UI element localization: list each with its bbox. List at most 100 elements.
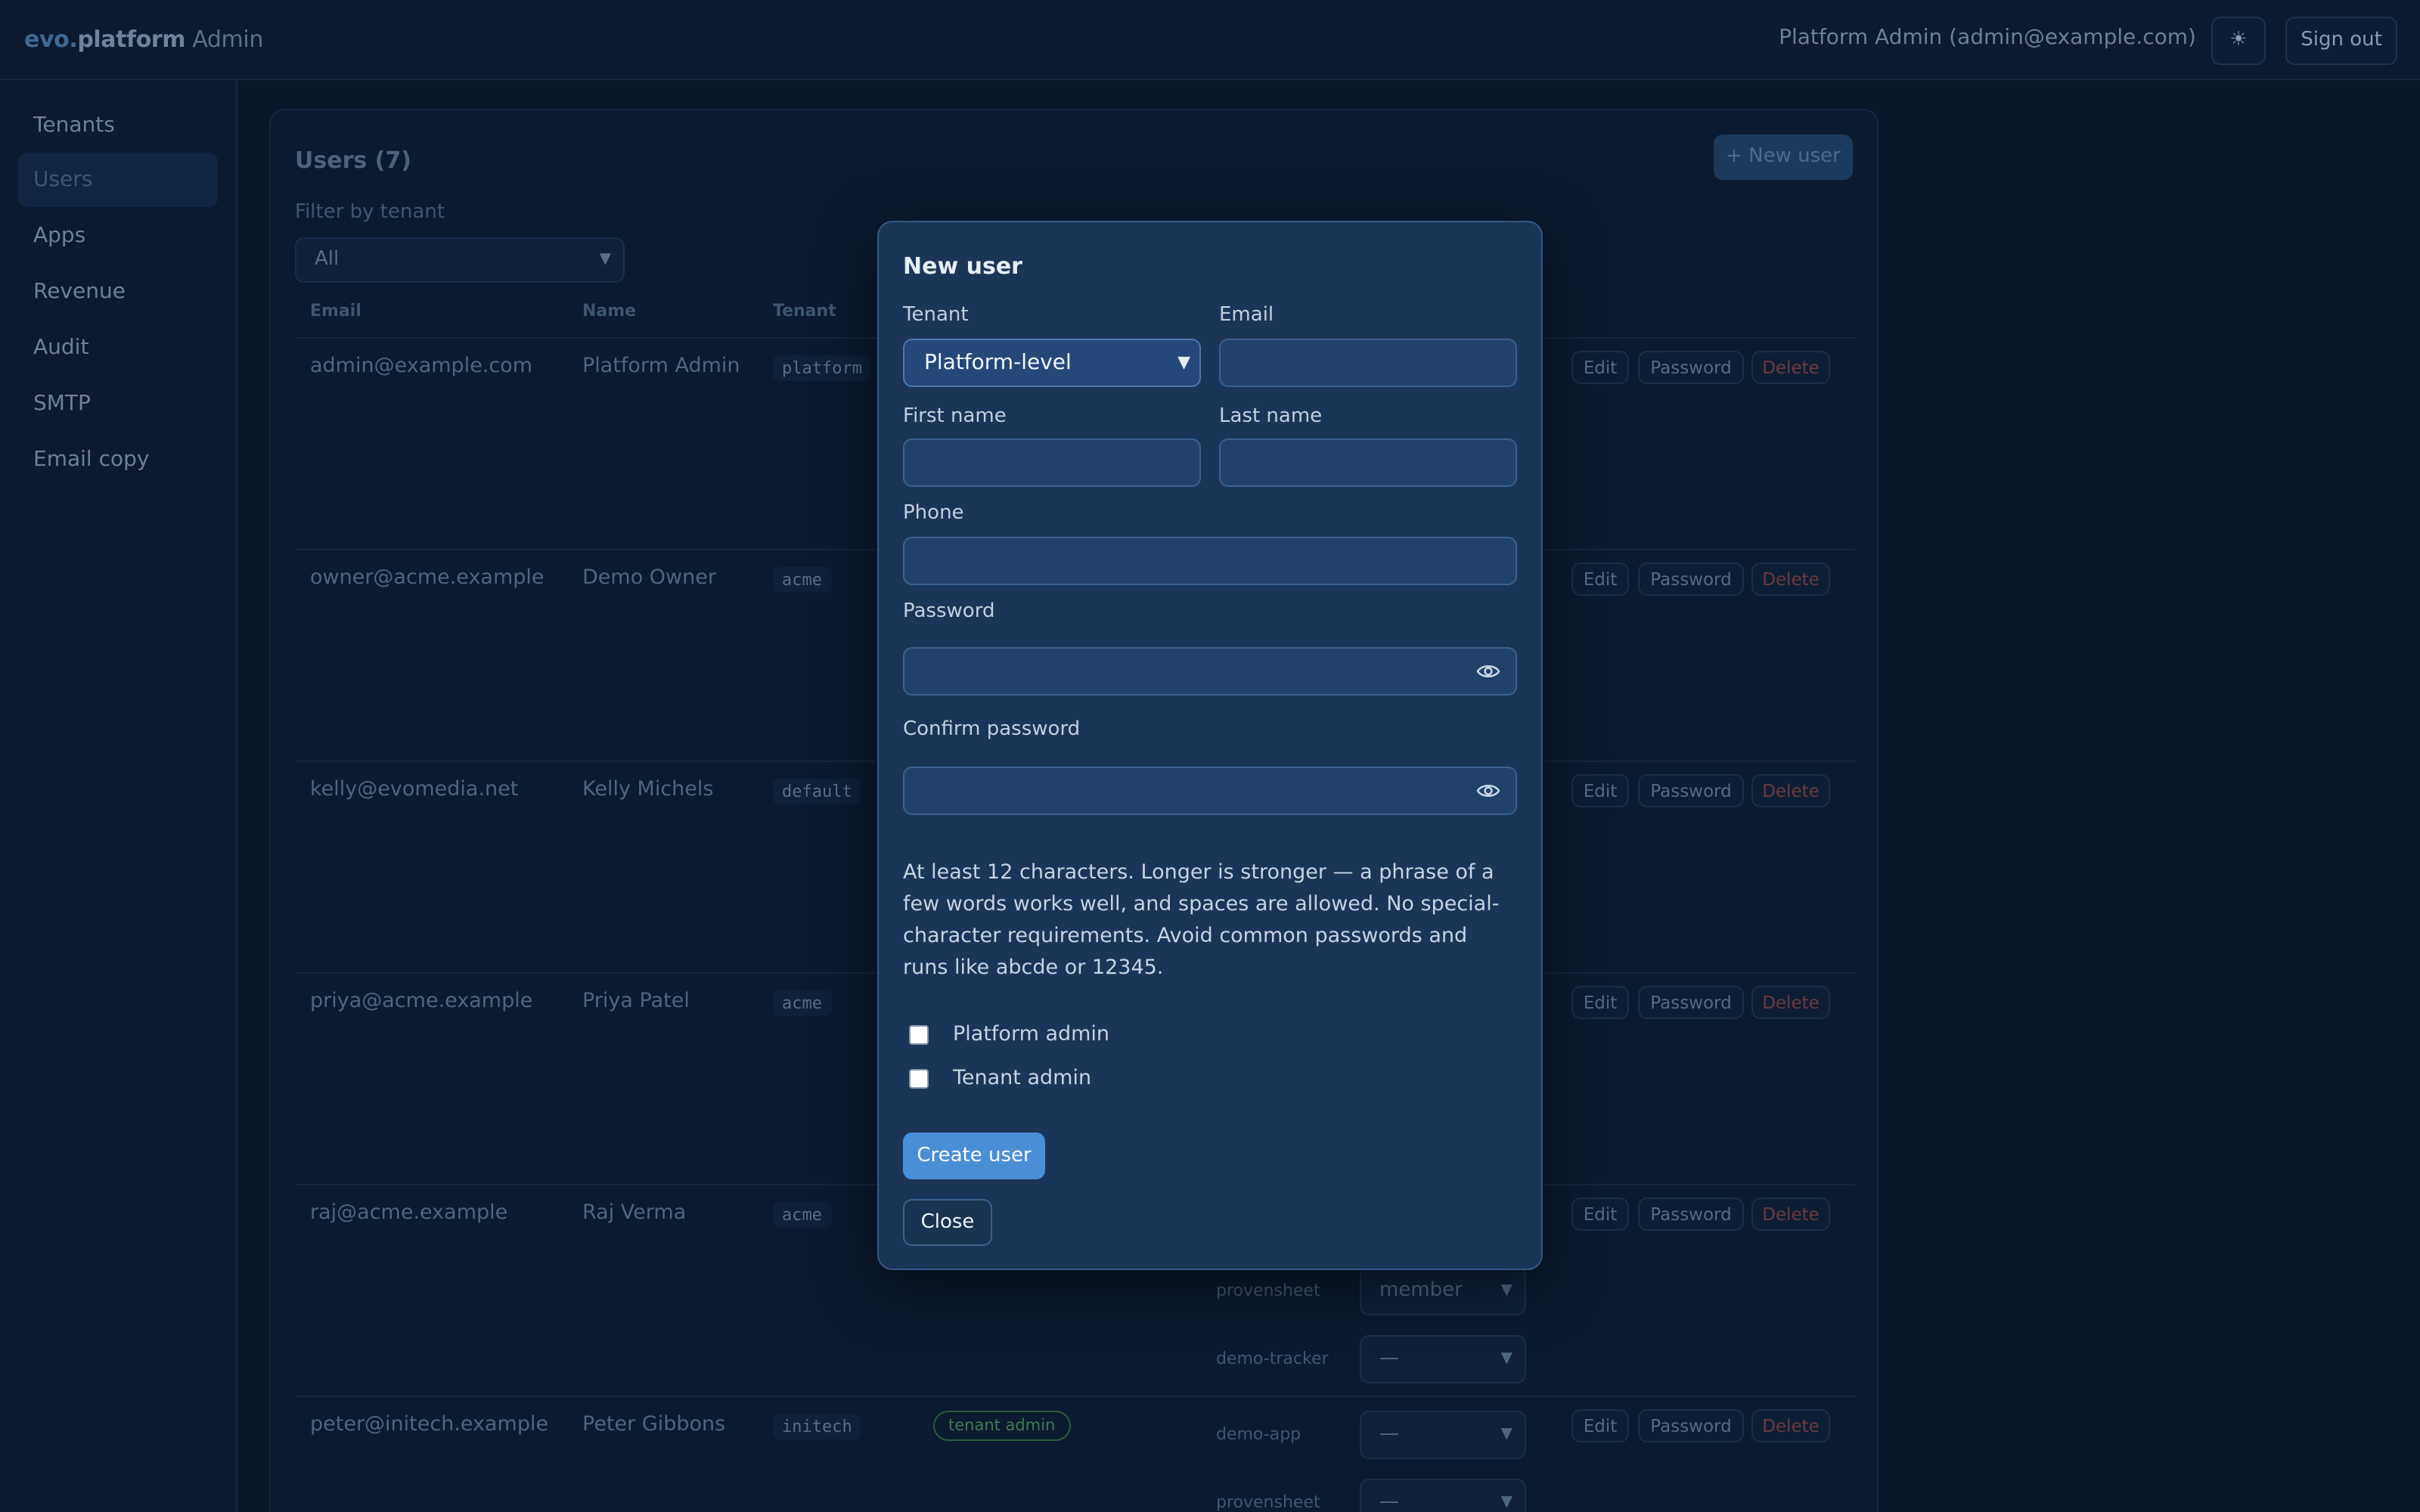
email-field[interactable] — [1219, 339, 1517, 387]
create-user-button[interactable]: Create user — [903, 1132, 1045, 1179]
tenant-label: Tenant — [903, 304, 969, 327]
tenant-code: acme — [773, 1202, 831, 1228]
role-value: — — [1379, 1347, 1399, 1370]
app-role-select[interactable]: — ▼ — [1360, 1411, 1526, 1459]
last-name-label: Last name — [1219, 405, 1323, 428]
sidebar-item-revenue[interactable]: Revenue — [18, 265, 218, 319]
tenant-code: default — [773, 779, 861, 804]
password-button[interactable]: Password — [1638, 986, 1744, 1019]
delete-button[interactable]: Delete — [1751, 986, 1830, 1019]
app-name: provensheet — [1216, 1492, 1320, 1512]
phone-field[interactable] — [903, 537, 1517, 585]
password-label: Password — [903, 600, 995, 623]
brand-prefix: evo. — [24, 26, 78, 53]
user-email: priya@acme.example — [310, 989, 533, 1013]
dialog-title: New user — [903, 253, 1022, 280]
app-name: demo-tracker — [1216, 1349, 1329, 1368]
role-value: — — [1379, 1491, 1399, 1512]
delete-button[interactable]: Delete — [1751, 1409, 1830, 1442]
edit-button[interactable]: Edit — [1571, 1198, 1629, 1231]
user-email: owner@acme.example — [310, 565, 544, 590]
current-user-label: Platform Admin (admin@example.com) — [1779, 26, 2196, 50]
sun-icon: ☀ — [2229, 29, 2248, 51]
platform-admin-checkbox[interactable] — [909, 1025, 929, 1045]
user-name: Priya Patel — [582, 989, 690, 1013]
column-header-name[interactable]: Name — [582, 301, 636, 321]
user-name: Platform Admin — [582, 354, 740, 378]
email-label: Email — [1219, 304, 1274, 327]
sidebar-item-users[interactable]: Users — [18, 153, 218, 207]
chevron-down-icon: ▼ — [1177, 352, 1190, 372]
eye-icon[interactable] — [1476, 780, 1500, 801]
sidebar-item-tenants[interactable]: Tenants — [18, 98, 218, 153]
password-button[interactable]: Password — [1638, 774, 1744, 807]
admin-app: evo.platform Admin Platform Admin (admin… — [0, 0, 2420, 1512]
sidebar-item-apps[interactable]: Apps — [18, 209, 218, 263]
password-field[interactable] — [903, 647, 1517, 696]
delete-button[interactable]: Delete — [1751, 1198, 1830, 1231]
user-name: Demo Owner — [582, 565, 716, 590]
new-user-button[interactable]: + New user — [1714, 135, 1853, 180]
filter-label: Filter by tenant — [295, 201, 445, 224]
sidebar-item-audit[interactable]: Audit — [18, 321, 218, 375]
user-email: peter@initech.example — [310, 1412, 549, 1436]
delete-button[interactable]: Delete — [1751, 351, 1830, 384]
edit-button[interactable]: Edit — [1571, 986, 1629, 1019]
column-header-tenant[interactable]: Tenant — [773, 301, 836, 321]
edit-button[interactable]: Edit — [1571, 562, 1629, 596]
delete-button[interactable]: Delete — [1751, 562, 1830, 596]
tenant-select-value: Platform-level — [924, 351, 1072, 375]
app-role-select[interactable]: — ▼ — [1360, 1335, 1526, 1383]
user-email: raj@acme.example — [310, 1201, 508, 1225]
user-name: Kelly Michels — [582, 777, 714, 801]
tenant-code: acme — [773, 990, 831, 1016]
user-name: Raj Verma — [582, 1201, 687, 1225]
last-name-field[interactable] — [1219, 438, 1517, 487]
role-value: — — [1379, 1423, 1399, 1445]
column-header-email[interactable]: Email — [310, 301, 361, 321]
password-button[interactable]: Password — [1638, 1409, 1744, 1442]
app-role-select[interactable]: member ▼ — [1360, 1267, 1526, 1315]
tenant-select[interactable]: Platform-level ▼ — [903, 339, 1201, 387]
new-user-dialog: New user Tenant Platform-level ▼ Email F… — [877, 221, 1543, 1270]
chevron-down-icon: ▼ — [1500, 1426, 1512, 1442]
edit-button[interactable]: Edit — [1571, 774, 1629, 807]
sign-out-button[interactable]: Sign out — [2285, 17, 2397, 65]
top-bar: evo.platform Admin Platform Admin (admin… — [0, 0, 2420, 80]
page-title: Users (7) — [295, 147, 411, 174]
password-button[interactable]: Password — [1638, 562, 1744, 596]
theme-toggle-button[interactable]: ☀ — [2211, 17, 2266, 65]
delete-button[interactable]: Delete — [1751, 774, 1830, 807]
tenant-code: acme — [773, 567, 831, 593]
eye-icon[interactable] — [1476, 661, 1500, 682]
brand-suffix: Admin — [185, 26, 263, 53]
password-button[interactable]: Password — [1638, 1198, 1744, 1231]
filter-value: All — [315, 248, 340, 271]
chevron-down-icon: ▼ — [1500, 1282, 1512, 1299]
sidebar-item-smtp[interactable]: SMTP — [18, 376, 218, 431]
sidebar: Tenants Users Apps Revenue Audit SMTP Em… — [0, 80, 237, 1512]
tenant-code: initech — [773, 1414, 861, 1439]
sidebar-item-email-copy[interactable]: Email copy — [18, 432, 218, 487]
edit-button[interactable]: Edit — [1571, 1409, 1629, 1442]
role-badge: tenant admin — [933, 1411, 1071, 1441]
chevron-down-icon: ▼ — [1500, 1494, 1512, 1510]
password-button[interactable]: Password — [1638, 351, 1744, 384]
row-divider — [295, 1396, 1856, 1397]
brand-logo[interactable]: evo.platform Admin — [24, 26, 263, 53]
tenant-filter-select[interactable]: All ▼ — [295, 237, 625, 283]
app-role-select[interactable]: — ▼ — [1360, 1479, 1526, 1512]
tenant-code: platform — [773, 355, 871, 381]
first-name-field[interactable] — [903, 438, 1201, 487]
tenant-admin-checkbox[interactable] — [909, 1069, 929, 1089]
chevron-down-icon: ▼ — [1500, 1350, 1512, 1367]
user-email: kelly@evomedia.net — [310, 777, 519, 801]
password-hint: At least 12 characters. Longer is strong… — [903, 860, 1500, 980]
chevron-down-icon: ▼ — [599, 251, 611, 268]
app-name: demo-app — [1216, 1424, 1302, 1444]
edit-button[interactable]: Edit — [1571, 351, 1629, 384]
confirm-password-field[interactable] — [903, 767, 1517, 815]
platform-admin-label: Platform admin — [953, 1022, 1110, 1046]
close-button[interactable]: Close — [903, 1199, 992, 1246]
confirm-password-label: Confirm password — [903, 718, 1081, 741]
